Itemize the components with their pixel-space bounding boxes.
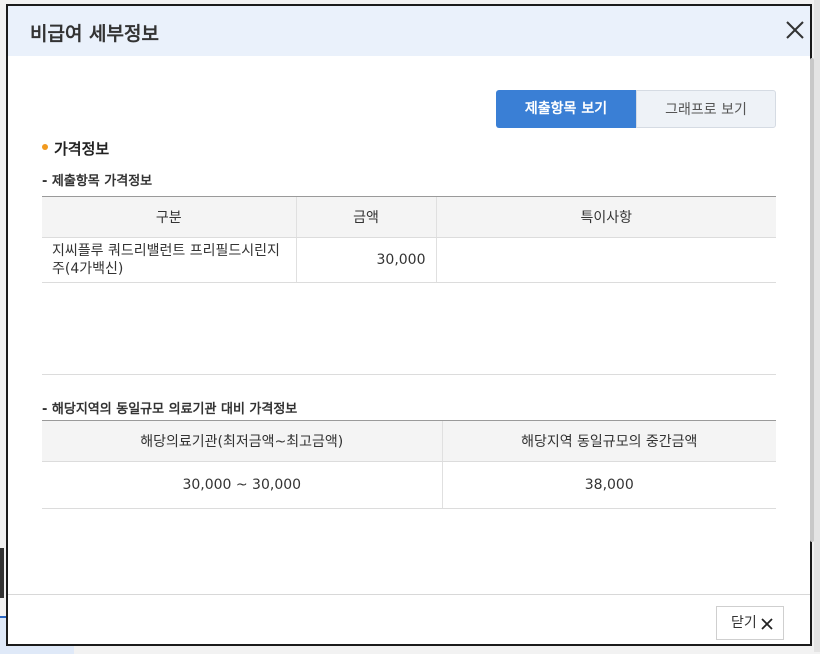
table-header-row: 해당의료기관(최저금액~최고금액) 해당지역 동일규모의 중간금액: [42, 420, 776, 462]
close-button[interactable]: 닫기: [716, 606, 784, 640]
cell-category: 지씨플루 쿼드리밸런트 프리필드시린지 주(4가백신): [42, 237, 296, 283]
regional-price-table: 해당의료기관(최저금액~최고금액) 해당지역 동일규모의 중간금액 30,000…: [42, 420, 776, 509]
submitted-price-table: 구분 금액 특이사항 지씨플루 쿼드리밸런트 프리필드시린지 주(4가백신) 3…: [42, 196, 776, 283]
cell-note: [435, 237, 776, 283]
column-header-category: 구분: [42, 196, 296, 238]
table-header-row: 구분 금액 특이사항: [42, 196, 776, 238]
backdrop-edge: [814, 0, 820, 652]
tab-graph-view[interactable]: 그래프로 보기: [636, 90, 776, 128]
submitted-price-title: - 제출항목 가격정보: [42, 174, 153, 189]
close-button-label: 닫기: [731, 615, 757, 631]
table-row: 지씨플루 쿼드리밸런트 프리필드시린지 주(4가백신) 30,000: [42, 237, 776, 283]
table-row: 30,000 ~ 30,000 38,000: [42, 461, 776, 509]
backdrop-edge-left: [0, 548, 4, 598]
view-tabs: 제출항목 보기 그래프로 보기: [496, 90, 776, 128]
regional-price-title: - 해당지역의 동일규모 의료기관 대비 가격정보: [42, 402, 298, 417]
column-header-range: 해당의료기관(최저금액~최고금액): [42, 420, 442, 462]
dialog-title: 비급여 세부정보: [30, 23, 159, 45]
tab-submitted-items[interactable]: 제출항목 보기: [496, 90, 636, 128]
dialog-header: 비급여 세부정보: [8, 6, 810, 56]
footer-divider: [8, 594, 810, 595]
column-header-median: 해당지역 동일규모의 중간금액: [441, 420, 776, 462]
close-icon: [761, 618, 773, 630]
section-divider: [42, 374, 776, 375]
cell-amount: 30,000: [295, 237, 436, 283]
column-header-note: 특이사항: [435, 196, 776, 238]
detail-dialog: 비급여 세부정보 제출항목 보기 그래프로 보기 가격정보 - 제출항목 가격정…: [6, 4, 814, 646]
column-header-amount: 금액: [295, 196, 436, 238]
scrollbar[interactable]: [810, 58, 814, 542]
cell-median: 38,000: [441, 461, 776, 509]
bullet-icon: [42, 144, 48, 150]
close-icon[interactable]: [784, 19, 806, 41]
cell-range: 30,000 ~ 30,000: [42, 461, 442, 509]
section-title: 가격정보: [54, 140, 110, 158]
